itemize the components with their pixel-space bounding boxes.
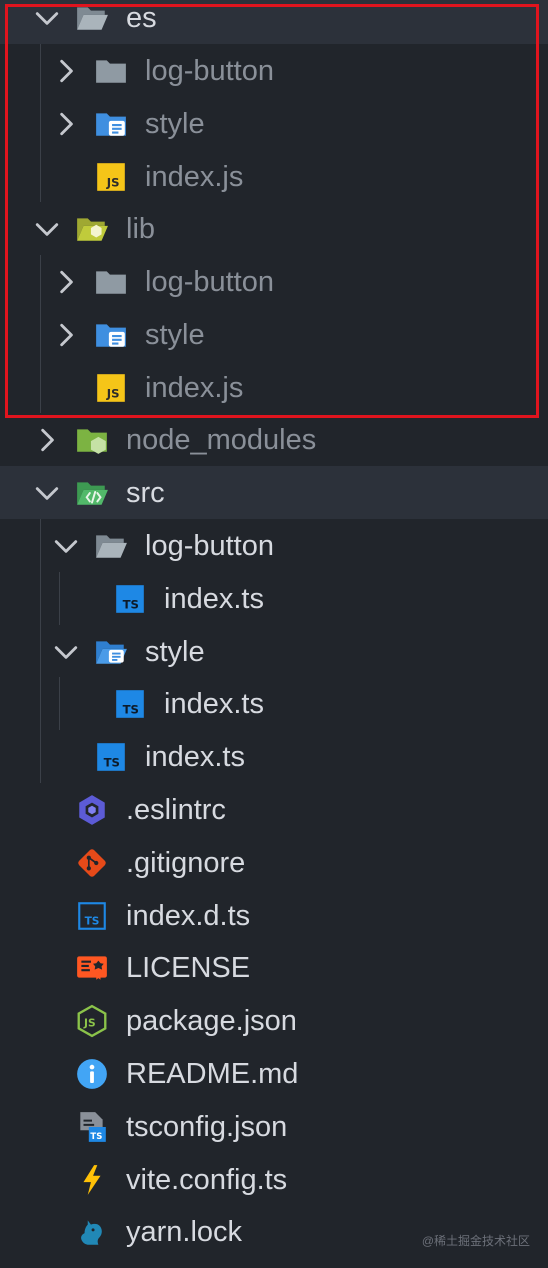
tree-item-label: .gitignore (126, 846, 246, 879)
tree-item-label: index.ts (164, 687, 264, 720)
tree-item-vite-config-file[interactable]: vite.config.ts (0, 1153, 548, 1206)
indent-guide (40, 519, 41, 783)
license-icon (75, 951, 109, 985)
tree-item-index-js-file[interactable]: JS index.js (0, 361, 548, 414)
tree-item-label: .eslintrc (126, 793, 226, 826)
tree-item-label: lib (126, 212, 156, 245)
chevron-right-icon[interactable] (53, 322, 79, 348)
folder-src-open-icon (75, 476, 109, 510)
tree-item-label: node_modules (126, 423, 317, 456)
tree-item-label: style (145, 318, 205, 351)
tree-item-label: style (145, 635, 205, 668)
chevron-down-icon[interactable] (34, 480, 60, 506)
tree-item-index-d-ts-file[interactable]: TS index.d.ts (0, 889, 548, 942)
folder-gray-icon (94, 54, 128, 88)
chevron-right-icon[interactable] (53, 58, 79, 84)
svg-text:TS: TS (104, 755, 120, 769)
js-file-icon: JS (94, 160, 128, 194)
js-file-icon: JS (94, 371, 128, 405)
ts-file-icon: TS (94, 740, 128, 774)
tree-item-label: package.json (126, 1004, 297, 1037)
svg-text:TS: TS (85, 914, 100, 927)
tree-item-log-button-folder[interactable]: log-button (0, 255, 548, 308)
svg-text:JS: JS (106, 175, 120, 189)
folder-open-gray-icon (94, 529, 128, 563)
tree-item-eslintrc-file[interactable]: .eslintrc (0, 783, 548, 836)
tree-item-src-folder[interactable]: src (0, 466, 548, 519)
tree-item-label: vite.config.ts (126, 1163, 288, 1196)
folder-gray-icon (94, 265, 128, 299)
svg-text:JS: JS (106, 386, 120, 400)
tree-item-label: tsconfig.json (126, 1110, 288, 1143)
svg-text:TS: TS (123, 597, 139, 611)
folder-open-gray-icon (75, 1, 109, 35)
chevron-down-icon[interactable] (53, 639, 79, 665)
vite-icon (75, 1163, 109, 1197)
svg-text:TS: TS (90, 1132, 102, 1142)
watermark: @稀土掘金技术社区 (421, 1234, 530, 1248)
ts-file-icon: TS (113, 687, 147, 721)
tree-item-label: index.ts (164, 582, 264, 615)
chevron-right-icon[interactable] (53, 111, 79, 137)
tree-item-lib-folder[interactable]: lib (0, 202, 548, 255)
git-icon (75, 846, 109, 880)
tree-item-label: README.md (126, 1057, 299, 1090)
folder-style-blue-icon (94, 107, 128, 141)
tree-item-package-json-file[interactable]: JS package.json (0, 994, 548, 1047)
chevron-right-icon[interactable] (34, 427, 60, 453)
tree-item-label: LICENSE (126, 951, 251, 984)
tree-item-label: index.js (145, 371, 244, 404)
indent-guide (40, 255, 41, 413)
indent-guide (59, 572, 60, 625)
tree-item-label: index.d.ts (126, 899, 251, 932)
tree-item-style-folder[interactable]: style (0, 97, 548, 150)
chevron-right-icon[interactable] (53, 269, 79, 295)
nodejs-icon: JS (75, 1004, 109, 1038)
tree-item-tsconfig-file[interactable]: TS tsconfig.json (0, 1100, 548, 1153)
folder-style-blue-icon (94, 318, 128, 352)
tsconfig-icon: TS (75, 1110, 109, 1144)
folder-lib-open-icon (75, 212, 109, 246)
tree-item-label: src (126, 476, 165, 509)
tree-item-readme-file[interactable]: README.md (0, 1047, 548, 1100)
tree-item-label: log-button (145, 54, 274, 87)
tree-item-license-file[interactable]: LICENSE (0, 941, 548, 994)
tree-item-label: index.ts (145, 740, 245, 773)
tree-item-index-ts-file[interactable]: TS index.ts (0, 730, 548, 783)
chevron-down-icon[interactable] (34, 216, 60, 242)
eslint-icon (75, 793, 109, 827)
tree-item-style-folder[interactable]: style (0, 625, 548, 678)
tree-item-style-folder[interactable]: style (0, 308, 548, 361)
indent-guide (59, 677, 60, 730)
tree-item-label: es (126, 1, 157, 34)
ts-definition-icon: TS (75, 899, 109, 933)
tree-item-es-folder[interactable]: es (0, 0, 548, 44)
tree-item-label: log-button (145, 529, 274, 562)
folder-node-icon (75, 423, 109, 457)
tree-item-label: log-button (145, 265, 274, 298)
file-explorer-tree: es log-button style JS index.js lib log-… (0, 0, 548, 1268)
tree-item-label: yarn.lock (126, 1215, 243, 1248)
indent-guide (40, 44, 41, 202)
tree-item-log-button-folder[interactable]: log-button (0, 519, 548, 572)
tree-item-node-modules-folder[interactable]: node_modules (0, 413, 548, 466)
tree-item-index-ts-file[interactable]: TS index.ts (0, 572, 548, 625)
yarn-icon (75, 1215, 109, 1249)
svg-text:TS: TS (123, 702, 139, 716)
tree-item-label: index.js (145, 160, 244, 193)
tree-item-gitignore-file[interactable]: .gitignore (0, 836, 548, 889)
ts-file-icon: TS (113, 582, 147, 616)
chevron-down-icon[interactable] (53, 533, 79, 559)
info-icon (75, 1057, 109, 1091)
svg-text:JS: JS (83, 1016, 96, 1029)
tree-item-index-js-file[interactable]: JS index.js (0, 150, 548, 203)
tree-item-label: style (145, 107, 205, 140)
folder-style-open-icon (94, 635, 128, 669)
tree-item-index-ts-file[interactable]: TS index.ts (0, 677, 548, 730)
chevron-down-icon[interactable] (34, 5, 60, 31)
tree-item-log-button-folder[interactable]: log-button (0, 44, 548, 97)
